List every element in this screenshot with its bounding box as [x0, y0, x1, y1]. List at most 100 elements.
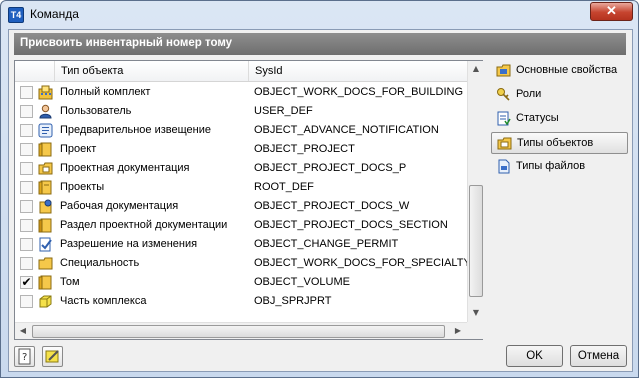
table-row[interactable]: Полный комплект OBJECT_WORK_DOCS_FOR_BUI… — [15, 83, 467, 102]
object-sysid: USER_DEF — [254, 105, 313, 117]
notes-button[interactable] — [42, 346, 63, 367]
scroll-left-arrow[interactable]: ◀ — [15, 323, 31, 339]
object-sysid: OBJECT_WORK_DOCS_FOR_SPECIALTY — [254, 257, 471, 269]
object-sysid: ROOT_DEF — [254, 181, 314, 193]
row-checkbox[interactable] — [20, 219, 33, 232]
object-types-grid: Тип объекта SysId Полный комплект OBJECT… — [14, 60, 483, 340]
row-checkbox[interactable] — [20, 162, 33, 175]
row-checkbox[interactable] — [20, 124, 33, 137]
object-type-name: Проекты — [60, 181, 105, 193]
notes-pencil-icon — [45, 350, 59, 363]
object-type-name: Специальность — [60, 257, 140, 269]
table-row[interactable]: Проект OBJECT_PROJECT — [15, 140, 467, 159]
row-checkbox[interactable] — [20, 181, 33, 194]
table-row[interactable]: Предварительное извещение OBJECT_ADVANCE… — [15, 121, 467, 140]
sidebar-item-roles[interactable]: Роли — [491, 84, 628, 106]
object-type-name: Раздел проектной документации — [60, 219, 228, 231]
notification-form-icon — [38, 123, 53, 138]
projects-book-icon — [38, 180, 52, 195]
dialog-client-area: Присвоить инвентарный номер тому Тип объ… — [8, 29, 633, 372]
row-checkbox[interactable] — [20, 143, 33, 156]
object-sysid: OBJ_SPRJPRT — [254, 295, 332, 307]
vertical-scrollbar[interactable]: ▲ ▼ — [467, 61, 483, 322]
properties-folder-icon — [496, 64, 511, 77]
object-sysid: OBJECT_PROJECT — [254, 143, 355, 155]
svg-text:?: ? — [22, 352, 27, 363]
table-row[interactable]: Пользователь USER_DEF — [15, 102, 467, 121]
sidebar-item-label: Типы файлов — [516, 160, 586, 172]
scroll-down-arrow[interactable]: ▼ — [468, 305, 484, 321]
object-type-name: Полный комплект — [60, 86, 151, 98]
row-checkbox[interactable]: ✔ — [20, 276, 33, 289]
object-sysid: OBJECT_PROJECT_DOCS_P — [254, 162, 407, 174]
table-row[interactable]: Часть комплекса OBJ_SPRJPRT — [15, 292, 467, 311]
title-bar[interactable]: T4 Команда ✕ — [1, 1, 638, 29]
scroll-right-arrow[interactable]: ▶ — [450, 323, 466, 339]
object-sysid: OBJECT_CHANGE_PERMIT — [254, 238, 399, 250]
table-row[interactable]: Проекты ROOT_DEF — [15, 178, 467, 197]
sidebar-item-object-types[interactable]: Типы объектов — [491, 132, 628, 154]
work-docs-icon — [39, 199, 52, 214]
scrollbar-corner — [467, 322, 483, 339]
help-button[interactable]: ? — [14, 346, 35, 367]
close-button[interactable]: ✕ — [590, 2, 633, 21]
sidebar-item-file-types[interactable]: Типы файлов — [491, 156, 628, 178]
object-sysid: OBJECT_VOLUME — [254, 276, 350, 288]
object-sysid: OBJECT_PROJECT_DOCS_W — [254, 200, 410, 212]
table-row[interactable]: Специальность OBJECT_WORK_DOCS_FOR_SPECI… — [15, 254, 471, 273]
vertical-scroll-thumb[interactable] — [469, 185, 483, 297]
permit-check-icon — [39, 237, 52, 252]
row-checkbox[interactable] — [20, 200, 33, 213]
row-checkbox[interactable] — [20, 257, 33, 270]
building-complex-icon — [38, 85, 53, 100]
statuses-icon — [497, 111, 511, 126]
horizontal-scrollbar[interactable]: ◀ ▶ — [15, 322, 467, 339]
object-sysid: OBJECT_PROJECT_DOCS_SECTION — [254, 219, 448, 231]
sidebar-item-main-properties[interactable]: Основные свойства — [491, 60, 628, 82]
column-header-type[interactable]: Тип объекта — [55, 61, 249, 81]
row-checkbox[interactable] — [20, 105, 33, 118]
command-header: Присвоить инвентарный номер тому — [14, 33, 626, 55]
sidebar-item-label: Основные свойства — [516, 64, 618, 76]
row-checkbox[interactable] — [20, 86, 33, 99]
file-types-icon — [498, 159, 510, 174]
object-sysid: OBJECT_ADVANCE_NOTIFICATION — [254, 124, 439, 136]
column-header-sysid[interactable]: SysId — [249, 61, 467, 81]
object-type-name: Пользователь — [60, 105, 132, 117]
dialog-window: T4 Команда ✕ Присвоить инвентарный номер… — [0, 0, 639, 378]
section-book-icon — [38, 218, 52, 233]
volume-book-icon — [38, 275, 52, 290]
object-type-name: Разрешение на изменения — [60, 238, 198, 250]
sidebar-item-label: Роли — [516, 88, 542, 100]
sidebar-item-label: Типы объектов — [517, 137, 594, 149]
object-sysid: OBJECT_WORK_DOCS_FOR_BUILDING — [254, 86, 464, 98]
object-type-name: Проект — [60, 143, 97, 155]
object-types-folder-icon — [497, 137, 512, 150]
cube-icon — [39, 295, 52, 308]
sidebar-item-statuses[interactable]: Статусы — [491, 108, 628, 130]
object-type-name: Предварительное извещение — [60, 124, 212, 136]
object-type-name: Часть комплекса — [60, 295, 147, 307]
ok-button[interactable]: OK — [506, 345, 563, 367]
object-type-name: Проектная документация — [60, 162, 190, 174]
user-icon — [39, 104, 52, 119]
table-row[interactable]: ✔ Том OBJECT_VOLUME — [15, 273, 467, 292]
table-row[interactable]: Разрешение на изменения OBJECT_CHANGE_PE… — [15, 235, 467, 254]
scroll-up-arrow[interactable]: ▲ — [468, 61, 484, 77]
row-checkbox[interactable] — [20, 238, 33, 251]
object-type-name: Рабочая документация — [60, 200, 179, 212]
table-row[interactable]: Рабочая документация OBJECT_PROJECT_DOCS… — [15, 197, 467, 216]
app-icon: T4 — [8, 7, 24, 23]
command-title: Присвоить инвентарный номер тому — [20, 37, 233, 49]
table-row[interactable]: Раздел проектной документации OBJECT_PRO… — [15, 216, 467, 235]
object-type-name: Том — [60, 276, 80, 288]
cancel-button[interactable]: Отмена — [570, 345, 627, 367]
help-doc-icon: ? — [18, 348, 31, 365]
table-row[interactable]: Проектная документация OBJECT_PROJECT_DO… — [15, 159, 467, 178]
grid-header: Тип объекта SysId — [15, 61, 467, 82]
sidebar-item-label: Статусы — [516, 112, 559, 124]
row-checkbox[interactable] — [20, 295, 33, 308]
column-header-check[interactable] — [15, 61, 55, 81]
folder-docs-icon — [38, 162, 53, 175]
horizontal-scroll-thumb[interactable] — [32, 325, 445, 338]
